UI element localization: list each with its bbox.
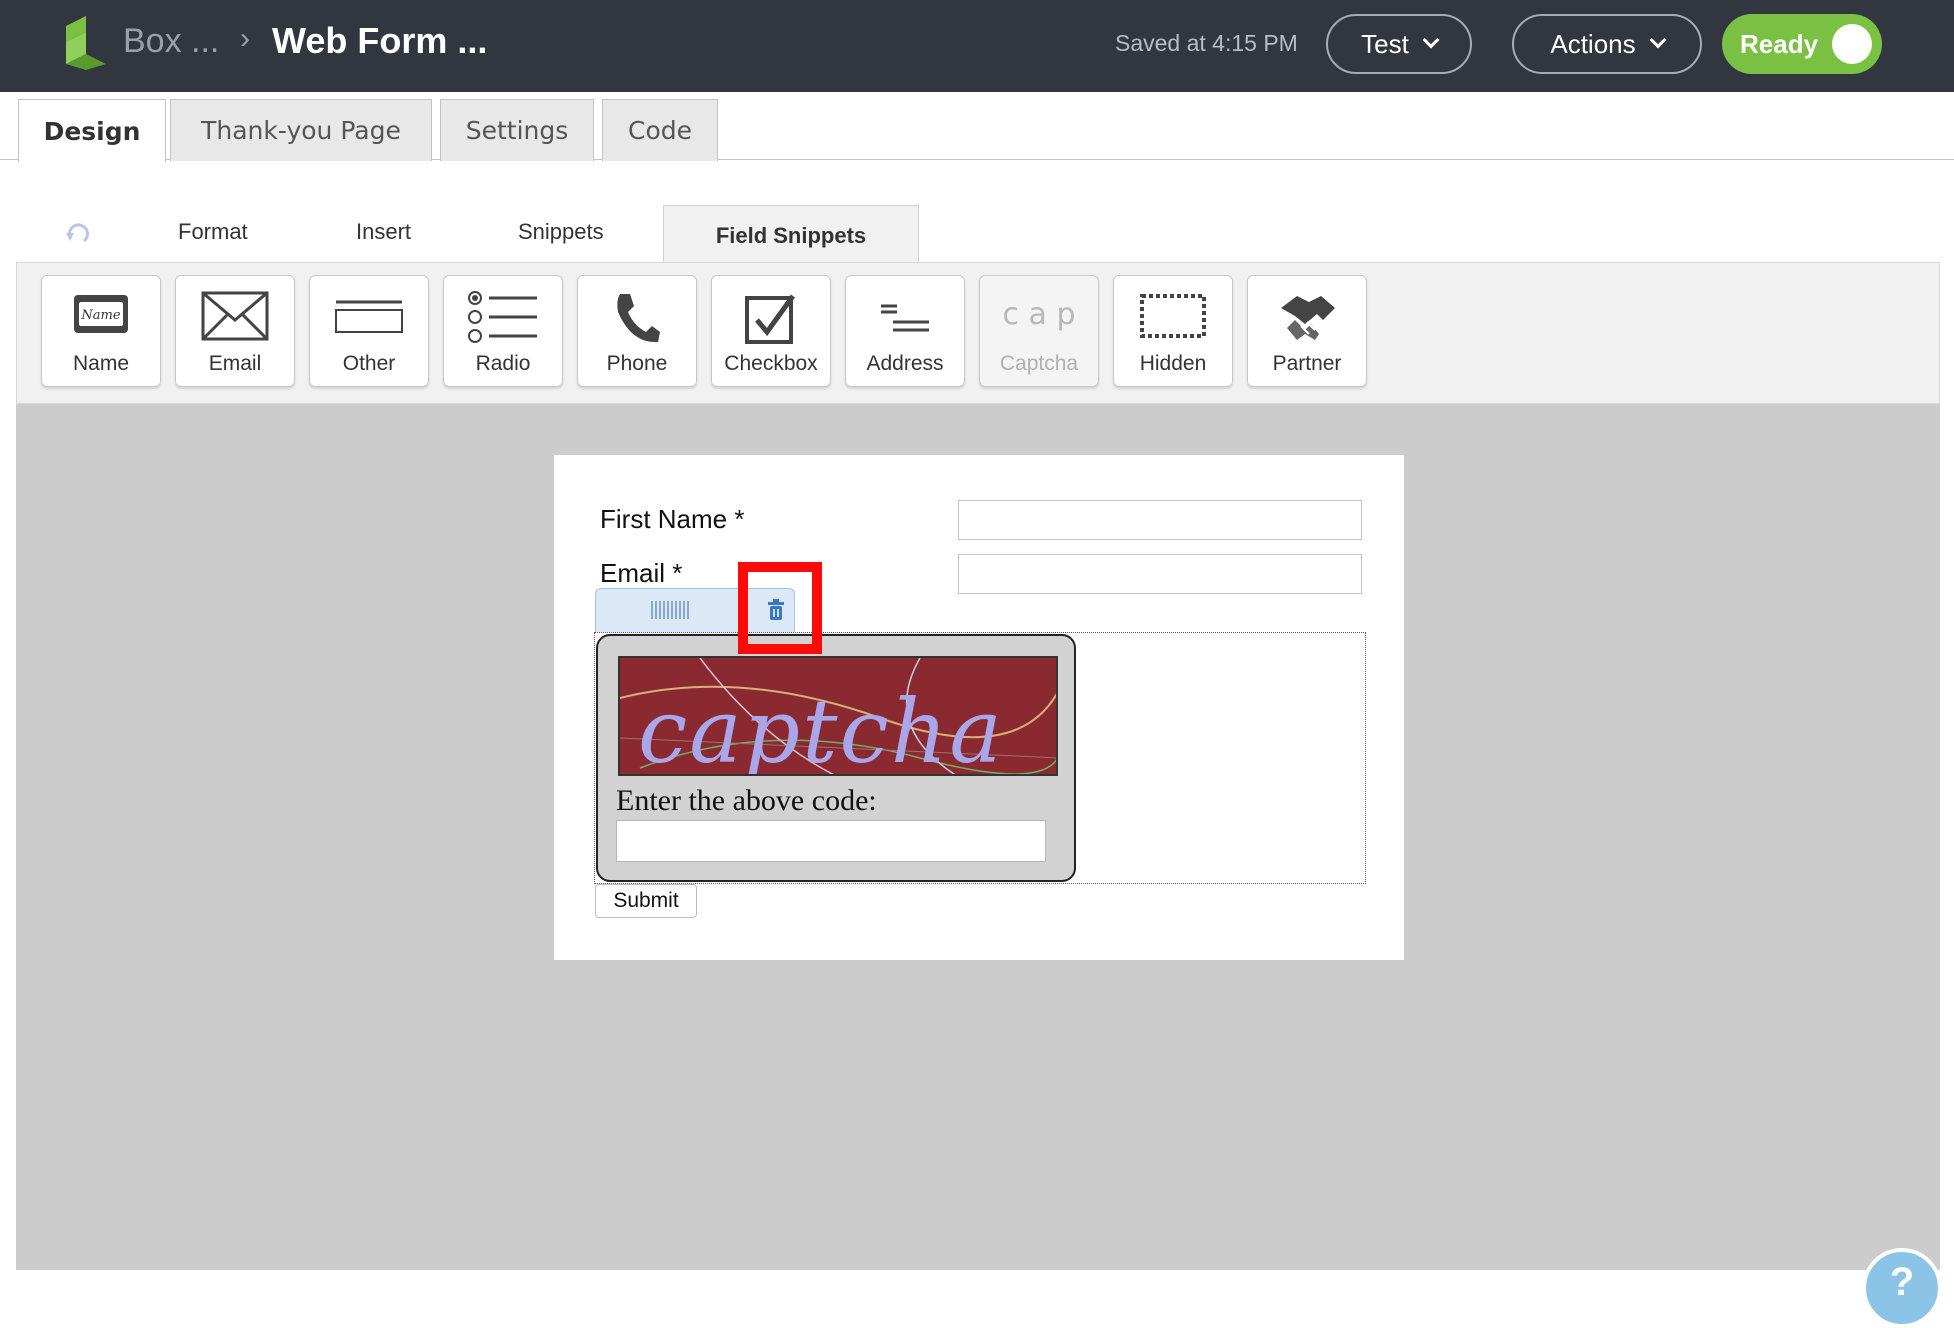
toggle-knob — [1832, 24, 1872, 64]
sub-tab-insert[interactable]: Insert — [356, 219, 411, 245]
tab-settings[interactable]: Settings — [440, 99, 594, 161]
save-status: Saved at 4:15 PM — [1115, 30, 1298, 56]
page-title[interactable]: Web Form ... — [272, 20, 487, 62]
tab-code[interactable]: Code — [602, 99, 718, 161]
checkbox-icon — [745, 294, 796, 344]
address-lines-icon — [881, 304, 929, 332]
email-field[interactable] — [958, 554, 1362, 594]
snippet-name-button[interactable]: Name Name — [41, 275, 161, 387]
captcha-input[interactable] — [616, 820, 1046, 862]
dotted-box-icon — [1140, 294, 1206, 338]
help-button[interactable]: ? — [1862, 1248, 1942, 1328]
redo-icon[interactable] — [64, 219, 92, 247]
snippet-label: Phone — [606, 352, 668, 375]
snippet-radio-button[interactable]: Radio — [443, 275, 563, 387]
snippet-captcha-button[interactable]: c a p Captcha — [979, 275, 1099, 387]
snippet-label: Email — [208, 352, 262, 375]
tab-design[interactable]: Design — [18, 99, 166, 162]
sub-tab-snippets[interactable]: Snippets — [518, 219, 604, 245]
captcha-text: captcha — [638, 680, 1004, 776]
submit-button[interactable]: Submit — [595, 884, 697, 918]
svg-text:c a p: c a p — [1003, 297, 1076, 332]
captcha-icon: c a p — [1003, 297, 1076, 332]
snippet-checkbox-button[interactable]: Checkbox — [711, 275, 831, 387]
tab-thank-you-page[interactable]: Thank-you Page — [170, 99, 432, 161]
envelope-icon — [201, 291, 269, 341]
phone-icon — [617, 294, 660, 343]
snippet-label: Captcha — [999, 352, 1079, 375]
test-button-label: Test — [1361, 28, 1409, 59]
text-field-icon — [335, 300, 403, 333]
chevron-down-icon — [1422, 31, 1440, 49]
chevron-down-icon — [1649, 31, 1667, 49]
test-button[interactable]: Test — [1326, 14, 1472, 74]
snippet-address-button[interactable]: Address — [845, 275, 965, 387]
main-tab-bar: Design Thank-you Page Settings Code — [0, 92, 1954, 162]
snippet-phone-button[interactable]: Phone — [577, 275, 697, 387]
sub-tab-field-snippets[interactable]: Field Snippets — [663, 205, 919, 265]
snippet-partner-button[interactable]: Partner — [1247, 275, 1367, 387]
ready-toggle[interactable]: Ready — [1722, 14, 1882, 74]
snippet-label: Partner — [1272, 352, 1342, 375]
svg-text:Name: Name — [80, 308, 120, 323]
snippet-label: Address — [866, 352, 944, 375]
snippet-hidden-button[interactable]: Hidden — [1113, 275, 1233, 387]
snippet-label: Other — [342, 352, 396, 375]
email-label: Email * — [600, 558, 683, 588]
captcha-prompt: Enter the above code: — [616, 784, 877, 817]
name-card-icon: Name — [74, 295, 128, 333]
captcha-image: captcha — [618, 656, 1058, 776]
snippet-label: Checkbox — [724, 352, 818, 375]
actions-button[interactable]: Actions — [1512, 14, 1702, 74]
drag-handle-icon[interactable] — [651, 601, 691, 619]
first-name-label: First Name * — [600, 504, 745, 534]
handshake-icon — [1281, 296, 1335, 340]
breadcrumb-root[interactable]: Box ... — [123, 22, 219, 61]
radio-list-icon — [468, 291, 537, 343]
snippet-label: Hidden — [1139, 352, 1207, 375]
captcha-block: captcha Enter the above code: — [596, 634, 1076, 882]
top-bar: Box ... › Web Form ... Saved at 4:15 PM … — [0, 0, 1954, 92]
snippet-email-button[interactable]: Email — [175, 275, 295, 387]
snippet-other-button[interactable]: Other — [309, 275, 429, 387]
snippet-label: Name — [72, 352, 130, 375]
snippet-label: Radio — [475, 352, 531, 375]
sub-tab-format[interactable]: Format — [178, 219, 248, 245]
breadcrumb-separator-icon: › — [240, 22, 250, 55]
first-name-field[interactable] — [958, 500, 1362, 540]
highlight-box — [738, 562, 822, 654]
actions-button-label: Actions — [1550, 28, 1636, 59]
app-logo-icon — [66, 16, 106, 70]
ready-toggle-label: Ready — [1740, 28, 1819, 59]
editor-sub-tabs: Format Insert Snippets Field Snippets — [16, 205, 1940, 265]
field-snippets-toolbar: Name Name Email Other Radio Phone Checkb… — [16, 262, 1940, 404]
